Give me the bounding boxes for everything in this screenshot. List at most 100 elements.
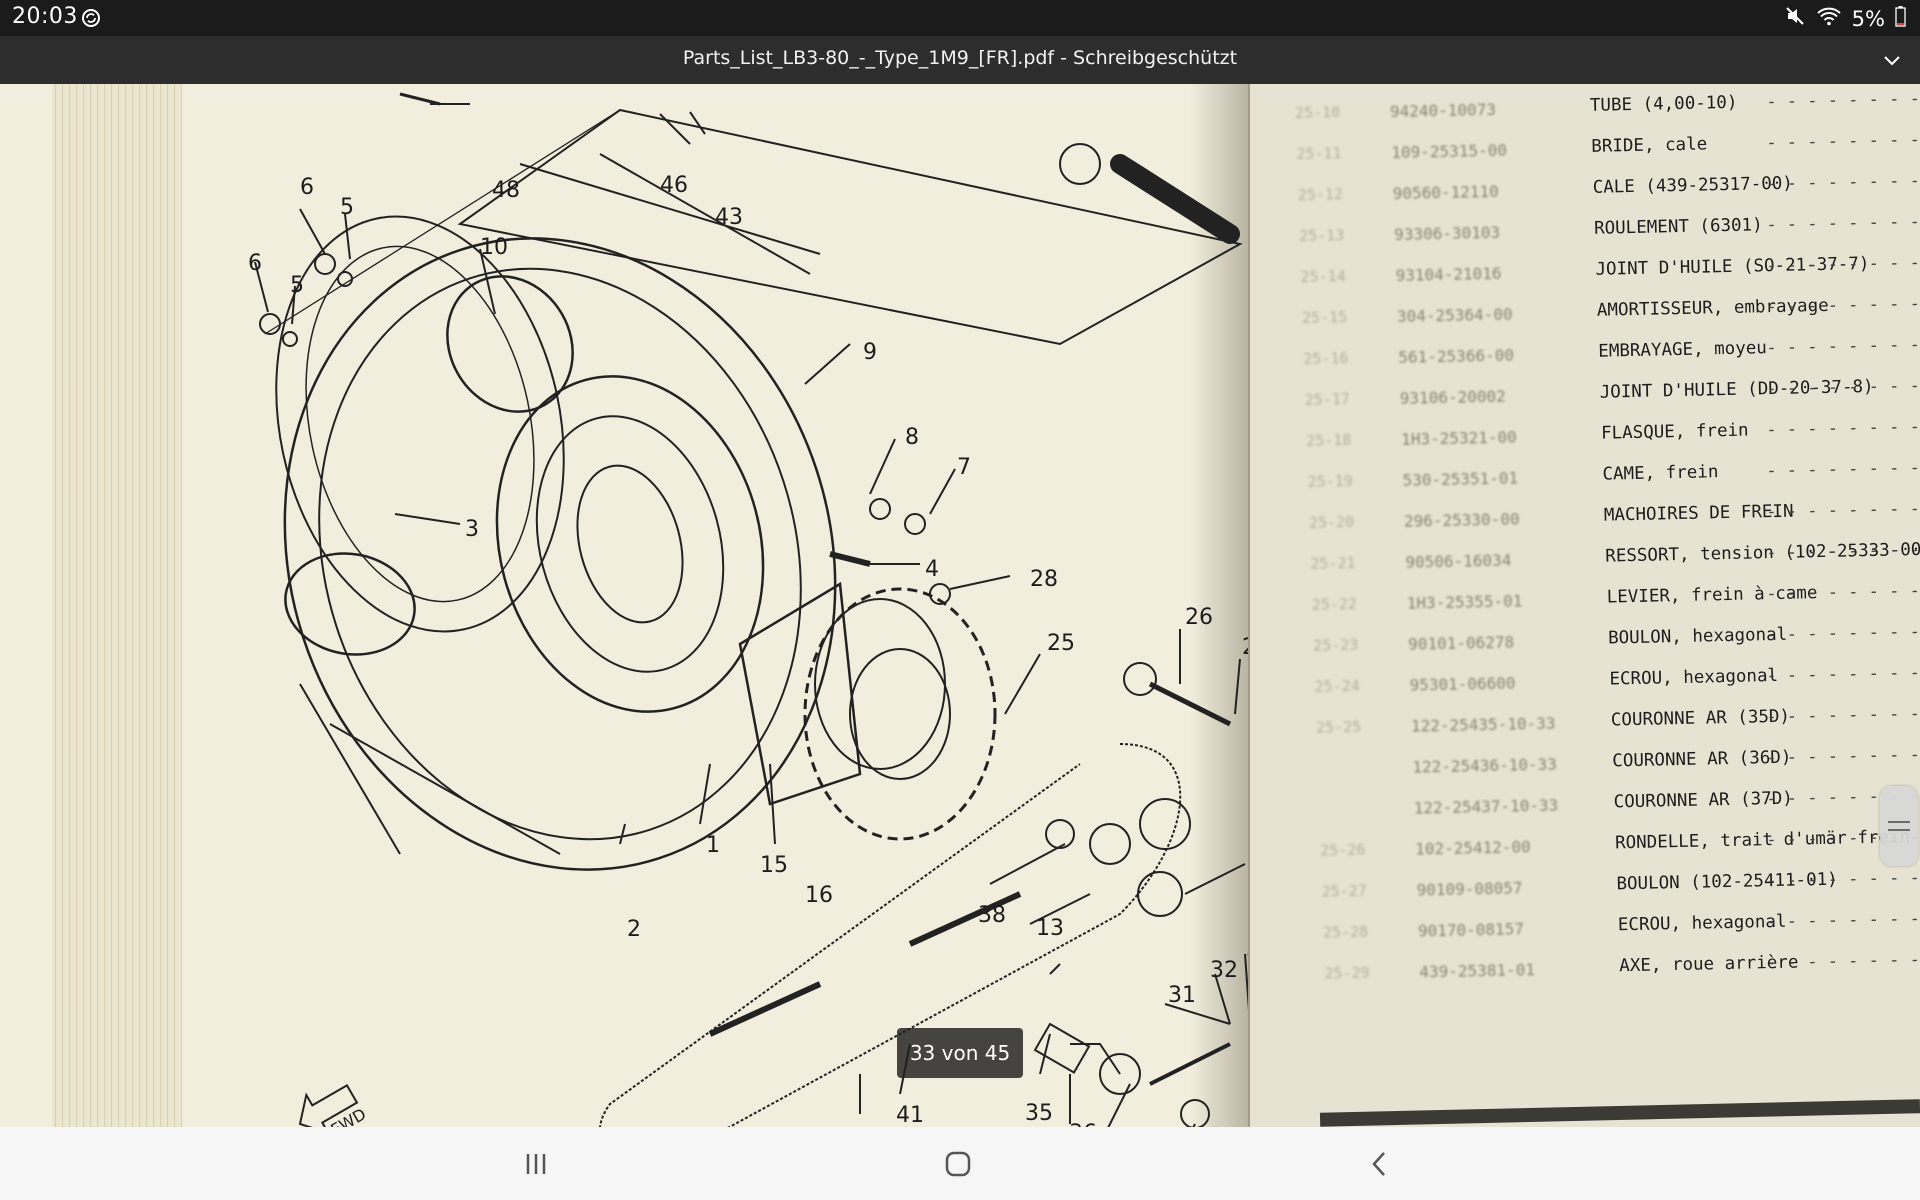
callout-label: 35 [1025, 1101, 1053, 1126]
part-number: 90101-06278 [1407, 632, 1515, 654]
part-description: ECROU, hexagonal [1609, 665, 1779, 690]
pdf-viewer[interactable]: 6484643510659387428262725115162381317333… [0, 84, 1920, 1127]
part-ref: 25-24 [1314, 676, 1360, 696]
part-description: ROULEMENT (6301) [1593, 215, 1763, 239]
part-ref: 25-17 [1304, 389, 1351, 409]
leader-dashes: - - - - - - - - [1766, 539, 1920, 564]
part-ref: 25-29 [1324, 963, 1370, 983]
callout-label: 5 [290, 273, 304, 298]
callout-label: 6 [248, 251, 262, 276]
leader-dashes: - - - - - - - - [1766, 621, 1920, 646]
part-number: 95301-06600 [1409, 673, 1516, 695]
callout-label: 25 [1047, 631, 1075, 656]
leader-dashes: - - - - - - - - [1766, 703, 1920, 728]
callout-label: 2 [627, 917, 641, 942]
part-number: 94240-10073 [1389, 99, 1497, 122]
callout-label: 5 [340, 195, 354, 220]
leader-dashes: - - - - - - - - [1766, 129, 1920, 154]
leader-dashes: - - - - - - - - [1766, 580, 1920, 605]
leader-dashes: - - - - - - - - [1766, 88, 1920, 113]
callout-label: 43 [715, 205, 743, 230]
page-indicator: 33 von 45 [897, 1028, 1023, 1078]
part-number: 122-25435-10-33 [1410, 713, 1556, 736]
parts-list-page: 25-10 94240-10073 TUBE (4,00-10) - - - - - … [1250, 84, 1920, 1127]
leader-dashes: - - - - - - - - [1766, 252, 1920, 277]
part-number: 122-25436-10-33 [1412, 754, 1558, 777]
system-nav-bar [0, 1127, 1920, 1200]
callout-label: 3 [465, 517, 479, 542]
battery-percent: 5% [1851, 6, 1885, 31]
part-description: FLASQUE, frein [1600, 420, 1749, 444]
handle-line [1888, 829, 1910, 831]
part-ref: 25-18 [1305, 430, 1352, 450]
part-ref: 25-23 [1312, 635, 1359, 655]
callout-label: 8 [905, 425, 919, 450]
leader-dashes: - - - - - - - - [1766, 293, 1920, 318]
part-description: TUBE (4,00-10) [1589, 92, 1738, 116]
callout-label: 6 [300, 175, 314, 200]
chevron-down-icon[interactable] [1880, 48, 1904, 76]
part-number: 530-25351-01 [1402, 468, 1519, 490]
callout-label: 41 [896, 1103, 924, 1127]
wifi-icon [1816, 5, 1842, 32]
handle-line [1888, 821, 1910, 823]
document-title: Parts_List_LB3-80_-_Type_1M9_[FR].pdf - … [682, 47, 1238, 69]
part-ref: 25-19 [1307, 471, 1353, 491]
home-icon[interactable] [938, 1147, 978, 1181]
leader-dashes: - - - - - - - - [1766, 744, 1920, 769]
part-number: 439-25381-01 [1419, 960, 1536, 982]
part-ref: 25-25 [1315, 717, 1362, 737]
part-number: 93104-21016 [1395, 263, 1502, 285]
callout-label: 16 [805, 883, 833, 908]
back-icon[interactable] [1360, 1147, 1400, 1181]
part-number: 1H3-25321-00 [1400, 427, 1517, 449]
part-ref: 25-11 [1296, 144, 1342, 164]
part-description: CAME, frein [1602, 462, 1719, 485]
part-description: COURONNE AR (36D) [1612, 747, 1792, 772]
part-ref: 25-13 [1298, 226, 1345, 245]
part-description: BRIDE, cale [1591, 134, 1708, 157]
callout-label: 48 [492, 178, 520, 203]
callout-label: 4 [925, 557, 939, 582]
callout-label: 7 [957, 455, 971, 480]
leader-dashes: - - - - - - - - [1766, 949, 1920, 974]
callout-label: 10 [480, 235, 508, 260]
part-ref: 25-26 [1319, 840, 1366, 860]
part-ref: 25-28 [1322, 922, 1369, 942]
part-number: 122-25437-10-33 [1413, 795, 1559, 818]
part-ref: 25-12 [1297, 185, 1344, 205]
exploded-parts-diagram: 6484643510659387428262725115162381317333… [248, 92, 1248, 1127]
leader-dashes: - - - - - - - - [1766, 867, 1920, 892]
callout-label: 33 [1246, 937, 1248, 962]
scroll-handle[interactable] [1880, 786, 1918, 866]
callout-label: 13 [1036, 916, 1064, 941]
callout-label: 9 [863, 340, 877, 365]
part-ref: 25-27 [1321, 881, 1367, 901]
callout-label: 15 [760, 853, 788, 878]
part-number: 304-25364-00 [1396, 304, 1513, 326]
callout-label: 26 [1185, 605, 1213, 630]
part-number: 1H3-25355-01 [1406, 591, 1523, 613]
leader-dashes: - - - - - - - - [1766, 416, 1920, 441]
leader-dashes: - - - - - - - - [1766, 908, 1920, 933]
part-number: 90560-12110 [1392, 181, 1499, 204]
callout-label: 31 [1168, 983, 1196, 1008]
part-number: 102-25412-00 [1414, 837, 1531, 859]
part-ref: 25-16 [1303, 348, 1349, 368]
leader-dashes: - - - - - - - - [1766, 211, 1920, 236]
part-description: ECROU, hexagonal [1617, 911, 1787, 936]
leader-dashes: - - - - - - - - [1766, 375, 1920, 400]
part-description: BOULON, hexagonal [1607, 624, 1788, 649]
leader-dashes: - - - - - - - - [1766, 170, 1920, 195]
battery-icon [1895, 5, 1906, 32]
part-number: 109-25315-00 [1391, 140, 1508, 163]
recent-apps-icon[interactable] [516, 1147, 556, 1181]
part-number: 90506-16034 [1405, 550, 1512, 572]
callout-label: 1 [706, 833, 720, 858]
callout-label: 32 [1210, 958, 1238, 983]
callout-label: 27 [1242, 635, 1248, 660]
part-ref: 25-20 [1308, 512, 1355, 532]
sync-icon [80, 7, 102, 33]
callout-label: 38 [978, 903, 1006, 928]
part-number: 561-25366-00 [1398, 345, 1515, 367]
